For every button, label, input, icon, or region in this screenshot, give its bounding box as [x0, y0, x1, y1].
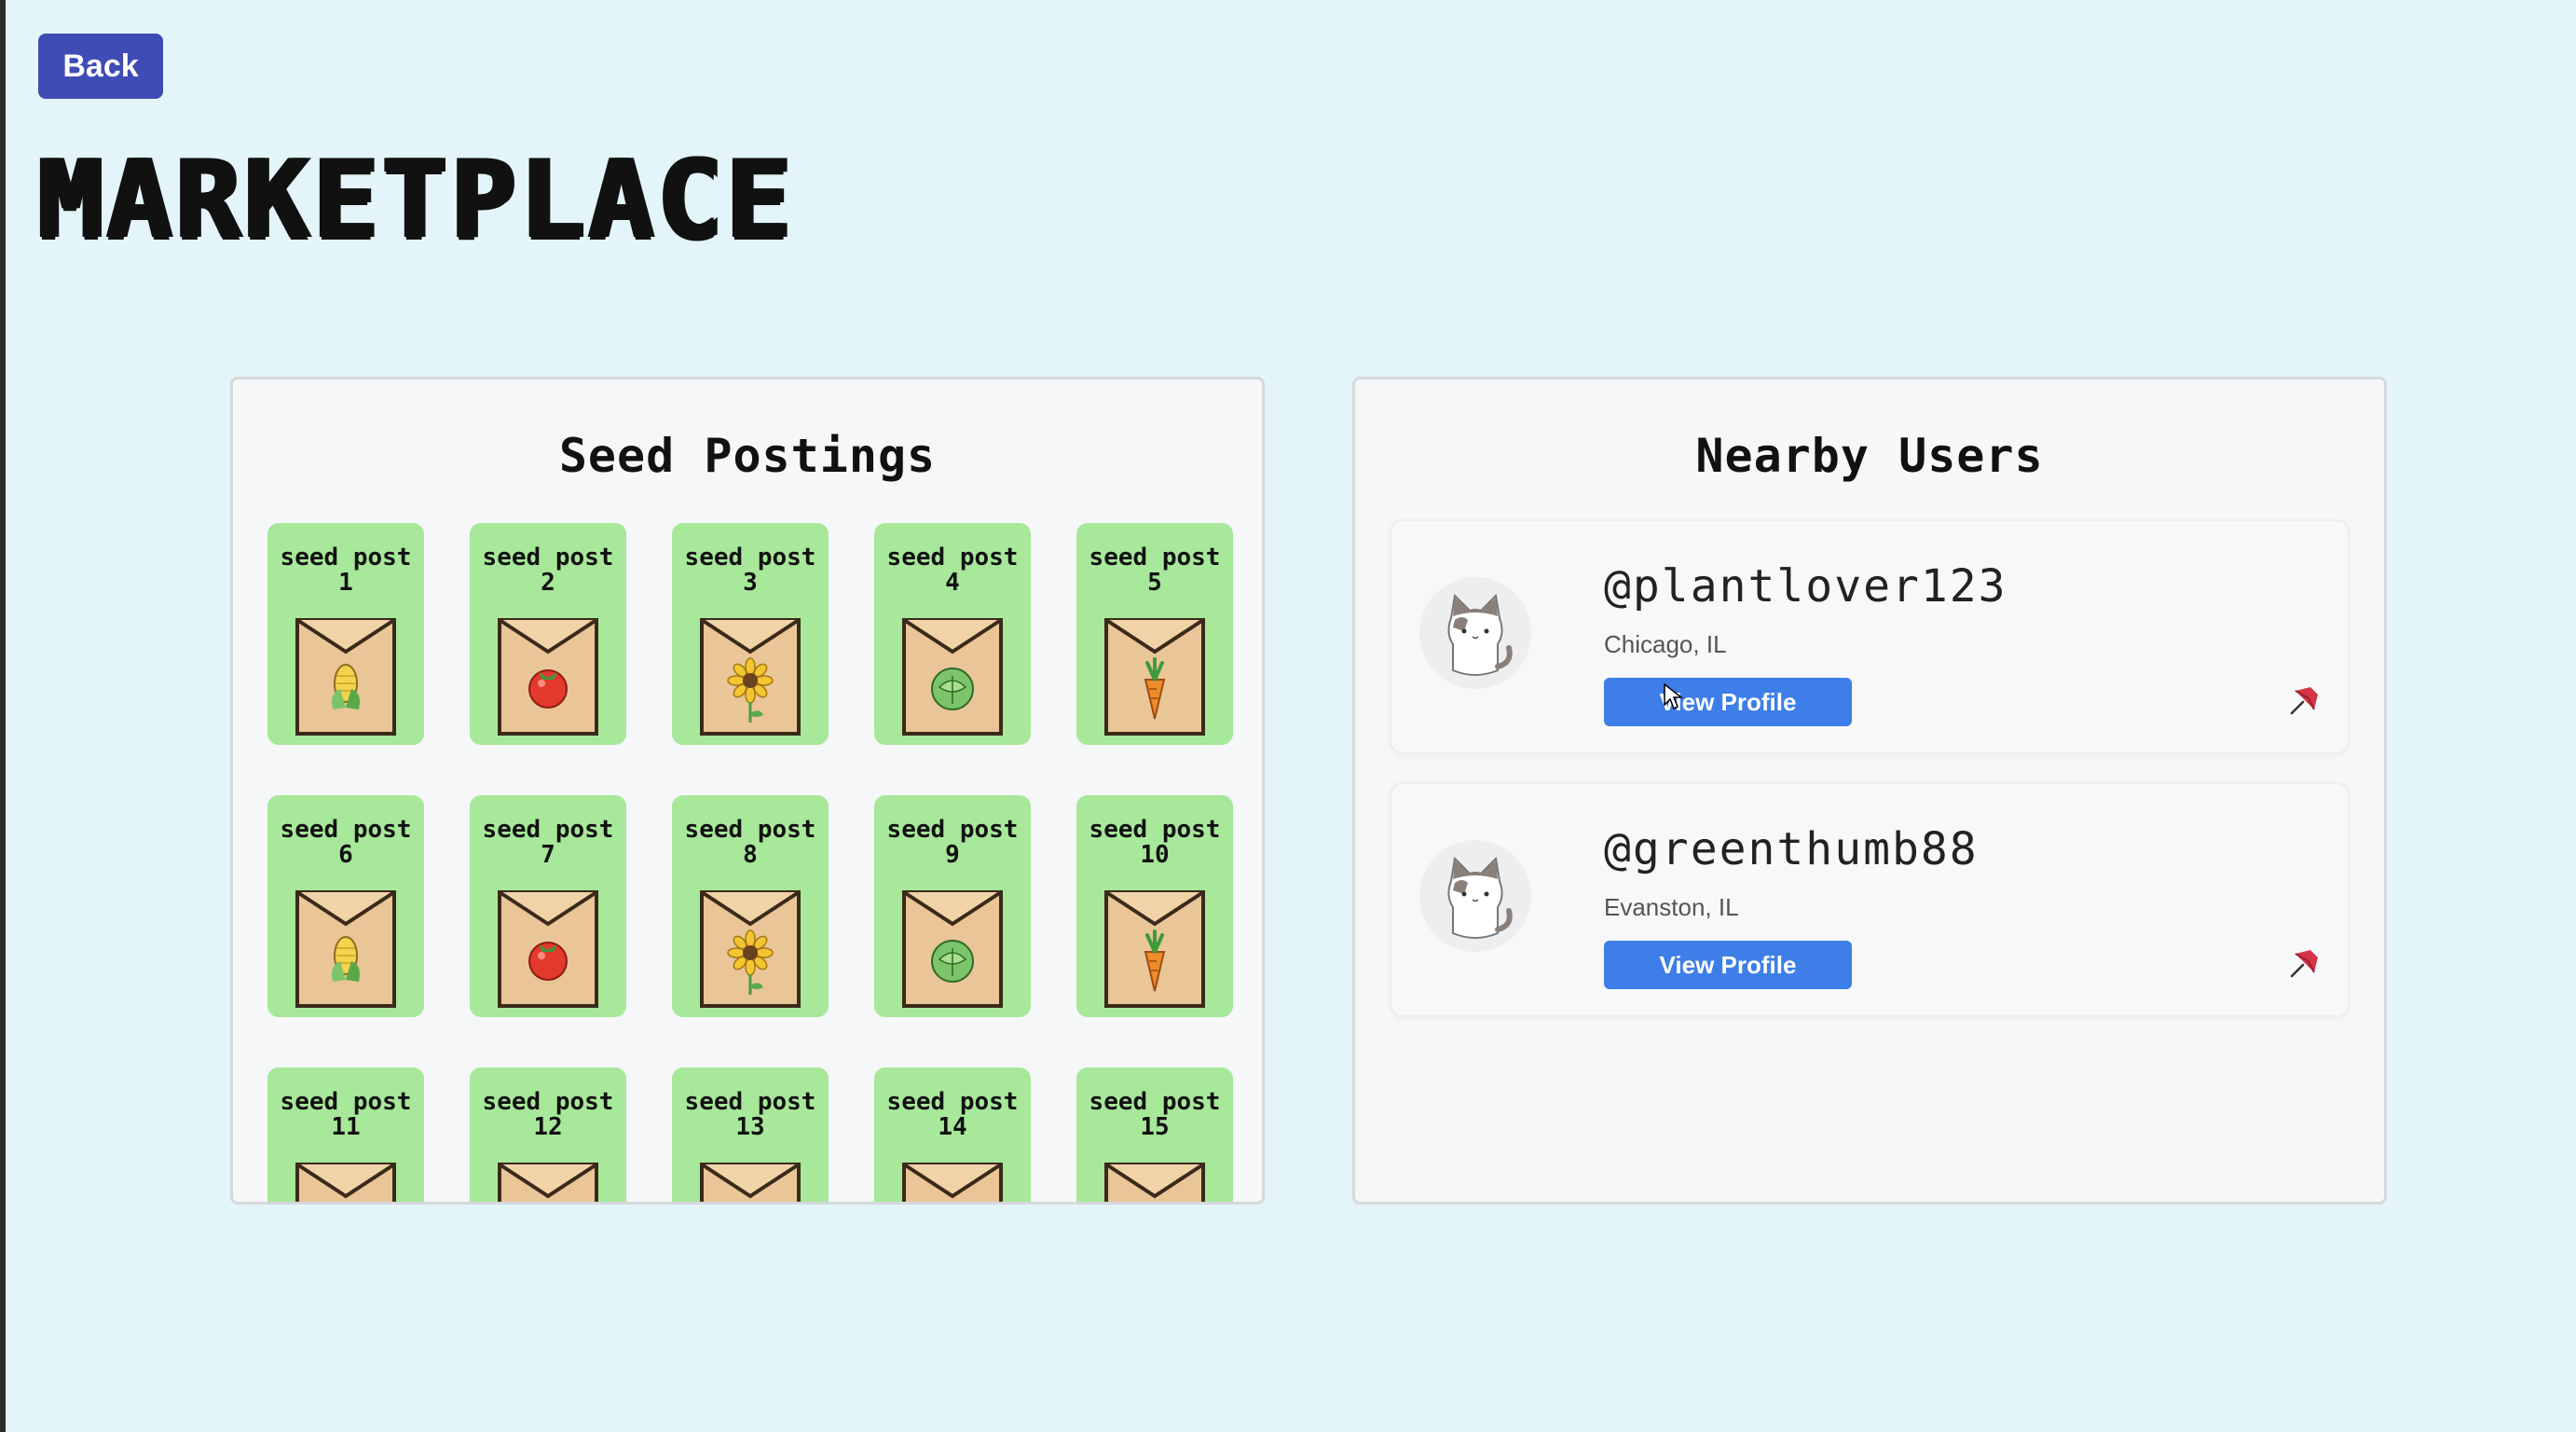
seed-post-label: seed post 15 [1089, 1088, 1221, 1141]
corn-icon [295, 1163, 396, 1202]
window-edge [0, 0, 6, 1432]
seed-post-label: seed post 12 [482, 1088, 614, 1141]
user-location: Chicago, IL [1604, 630, 1727, 658]
carrot-icon [1104, 618, 1205, 736]
seed-post-card[interactable]: seed post 1 [267, 523, 424, 745]
seed-post-label: seed post 4 [886, 544, 1019, 597]
seed-post-label: seed post 9 [886, 816, 1019, 869]
seed-post-label: seed post 14 [886, 1088, 1019, 1141]
pin-icon[interactable] [2286, 944, 2323, 982]
seed-post-label: seed post 10 [1089, 816, 1221, 869]
seed-post-card[interactable]: seed post 6 [267, 795, 424, 1017]
cabbage-icon [902, 618, 1003, 736]
seed-post-card[interactable]: seed post 3 [672, 523, 829, 745]
carrot-icon [1104, 1163, 1205, 1202]
seed-post-card[interactable]: seed post 8 [672, 795, 829, 1017]
tomato-icon [498, 1163, 598, 1202]
seed-post-card[interactable]: seed post 15 [1076, 1067, 1233, 1202]
seed-post-card[interactable]: seed post 9 [874, 795, 1031, 1017]
user-location: Evanston, IL [1604, 893, 1739, 921]
page-title: Marketplace [37, 137, 795, 263]
seed-post-label: seed post 5 [1089, 544, 1221, 597]
user-card: @plantlover123 Chicago, IL View Profile [1390, 519, 2350, 754]
view-profile-button[interactable]: View Profile [1604, 941, 1852, 989]
tomato-icon [498, 618, 598, 736]
seed-post-label: seed post 13 [684, 1088, 816, 1141]
carrot-icon [1104, 890, 1205, 1008]
corn-icon [295, 890, 396, 1008]
username: @greenthumb88 [1604, 823, 1979, 875]
seed-post-card[interactable]: seed post 10 [1076, 795, 1233, 1017]
sunflower-icon [700, 890, 801, 1008]
tomato-icon [498, 890, 598, 1008]
seed-postings-panel: Seed Postings seed post 1 seed post 2 seed… [230, 377, 1265, 1205]
username: @plantlover123 [1604, 560, 2007, 613]
cabbage-icon [902, 890, 1003, 1008]
seed-post-card[interactable]: seed post 4 [874, 523, 1031, 745]
pin-icon[interactable] [2286, 682, 2323, 719]
seed-post-card[interactable]: seed post 2 [470, 523, 626, 745]
back-button[interactable]: Back [38, 34, 163, 99]
user-card: @greenthumb88 Evanston, IL View Profile [1390, 782, 2350, 1017]
seed-postings-title: Seed Postings [558, 429, 937, 483]
nearby-users-panel: Nearby Users @plantlover123 Chicago, IL … [1352, 377, 2387, 1205]
view-profile-button[interactable]: View Profile [1604, 678, 1852, 726]
cabbage-icon [902, 1163, 1003, 1202]
seed-post-label: seed post 11 [280, 1088, 412, 1141]
seed-post-label: seed post 1 [280, 544, 412, 597]
seed-post-label: seed post 3 [684, 544, 816, 597]
seed-post-card[interactable]: seed post 7 [470, 795, 626, 1017]
seed-post-label: seed post 8 [684, 816, 816, 869]
seed-post-card[interactable]: seed post 11 [267, 1067, 424, 1202]
nearby-users-title: Nearby Users [1695, 429, 2044, 483]
cat-avatar-icon [1419, 840, 1531, 952]
sunflower-icon [700, 618, 801, 736]
seed-post-label: seed post 2 [482, 544, 614, 597]
seed-post-card[interactable]: seed post 5 [1076, 523, 1233, 745]
seed-postings-grid: seed post 1 seed post 2 seed post 3 seed po… [267, 523, 1233, 1202]
corn-icon [295, 618, 396, 736]
seed-post-label: seed post 7 [482, 816, 614, 869]
seed-post-card[interactable]: seed post 13 [672, 1067, 829, 1202]
sunflower-icon [700, 1163, 801, 1202]
seed-post-label: seed post 6 [280, 816, 412, 869]
seed-post-card[interactable]: seed post 14 [874, 1067, 1031, 1202]
seed-post-card[interactable]: seed post 12 [470, 1067, 626, 1202]
cat-avatar-icon [1419, 577, 1531, 689]
